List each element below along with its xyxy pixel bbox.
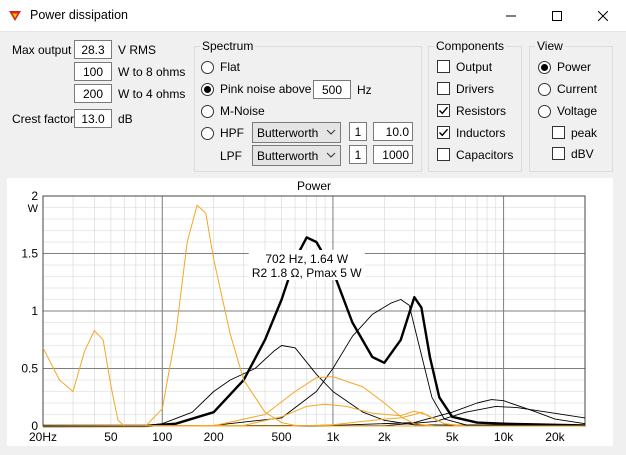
y-tick-label: 0 [31,419,38,433]
hpf-type-value: Butterworth [257,126,319,140]
x-tick-label: 500 [272,430,292,444]
y-tick-label: 1 [31,304,38,318]
view-current-label: Current [557,82,598,96]
y-axis-unit-label: W [28,203,39,215]
maximize-icon [552,10,562,21]
lpf-label: LPF [220,149,243,163]
pink-noise-input[interactable] [313,80,351,99]
capacitors-checkbox-label: Capacitors [456,148,514,162]
lpf-order-input[interactable] [349,145,367,164]
view-current-radio[interactable] [538,83,551,96]
x-tick-label: 100 [152,430,172,444]
hpf-freq-input[interactable] [373,122,413,141]
view-voltage-label: Voltage [557,104,598,118]
drivers-checkbox[interactable] [437,82,450,95]
inductors-checkbox-label: Inductors [456,126,506,140]
pink-unit-label: Hz [357,83,372,97]
crest-factor-input[interactable] [74,109,112,128]
spectrum-hpf-radio[interactable] [201,127,214,140]
drivers-checkbox-label: Drivers [456,82,494,96]
x-tick-label: 50 [104,430,118,444]
window-title: Power dissipation [30,8,128,22]
chevron-down-icon [326,152,336,158]
chart-title: Power [297,179,331,193]
maximize-button[interactable] [534,0,580,31]
resistors-checkbox[interactable] [437,104,450,117]
power-chart[interactable]: 20Hz 50 100 200 500 1k 2k 5k 10k 20k00.511.52WPow… [7,178,613,446]
spectrum-flat-label: Flat [220,60,241,74]
w4-input[interactable] [74,84,112,103]
hpf-label: HPF [220,126,244,140]
peak-checkbox-label: peak [571,126,598,140]
x-tick-label: 200 [204,430,224,444]
title-bar: Power dissipation [0,0,626,32]
w8-label: W to 8 ohms [118,65,186,79]
view-voltage-radio[interactable] [538,105,551,118]
dbv-checkbox[interactable] [552,147,565,160]
max-output-input[interactable] [74,40,112,59]
components-group-title: Components [434,39,507,53]
spectrum-mnoise-label: M-Noise [220,104,265,118]
x-tick-label: 5k [446,430,460,444]
close-button[interactable] [580,0,626,31]
crest-unit-label: dB [118,112,133,126]
plot-panel: 20Hz 50 100 200 500 1k 2k 5k 10k 20k 0 0.5 1 1.5 2 W Pow… [7,178,613,446]
close-icon [598,10,608,21]
inductors-checkbox[interactable] [437,126,450,139]
annotation-line-1: 702 Hz, 1.64 W [265,252,348,266]
capacitors-checkbox[interactable] [437,148,450,161]
view-power-label: Power [557,60,592,74]
x-tick-label: 20k [545,430,565,444]
checkmark-icon [439,106,449,115]
minimize-button[interactable] [488,0,534,31]
resistors-checkbox-label: Resistors [456,104,507,118]
spectrum-group-title: Spectrum [200,39,256,53]
peak-checkbox[interactable] [552,126,565,139]
lpf-type-value: Butterworth [257,149,319,163]
x-tick-label: 2k [378,430,392,444]
spectrum-flat-radio[interactable] [201,61,214,74]
minimize-icon [506,15,516,16]
w4-label: W to 4 ohms [118,87,186,101]
y-tick-label: 1.5 [21,247,38,261]
dbv-checkbox-label: dBV [571,147,594,161]
v-rms-label: V RMS [118,43,157,57]
lpf-type-select[interactable]: Butterworth [252,145,341,166]
view-group-title: View [535,39,565,53]
output-checkbox[interactable] [437,60,450,73]
hpf-order-input[interactable] [349,122,367,141]
y-tick-label: 2 [31,189,38,203]
w8-input[interactable] [74,62,112,81]
chevron-down-icon [326,129,336,135]
spectrum-pink-label: Pink noise above [220,82,312,96]
output-checkbox-label: Output [456,60,493,74]
spectrum-pink-radio[interactable] [201,83,214,96]
y-tick-label: 0.5 [21,362,38,376]
crest-factor-label: Crest factor [12,112,75,126]
x-tick-label: 10k [494,430,514,444]
checkmark-icon [439,128,449,137]
annotation-line-2: R2 1.8 Ω, Pmax 5 W [252,266,362,280]
x-tick-label: 1k [327,430,341,444]
app-icon [9,11,21,21]
lpf-freq-input[interactable] [373,145,413,164]
max-output-label: Max output [12,43,72,57]
view-power-radio[interactable] [538,61,551,74]
spectrum-mnoise-radio[interactable] [201,105,214,118]
hpf-type-select[interactable]: Butterworth [252,122,341,143]
